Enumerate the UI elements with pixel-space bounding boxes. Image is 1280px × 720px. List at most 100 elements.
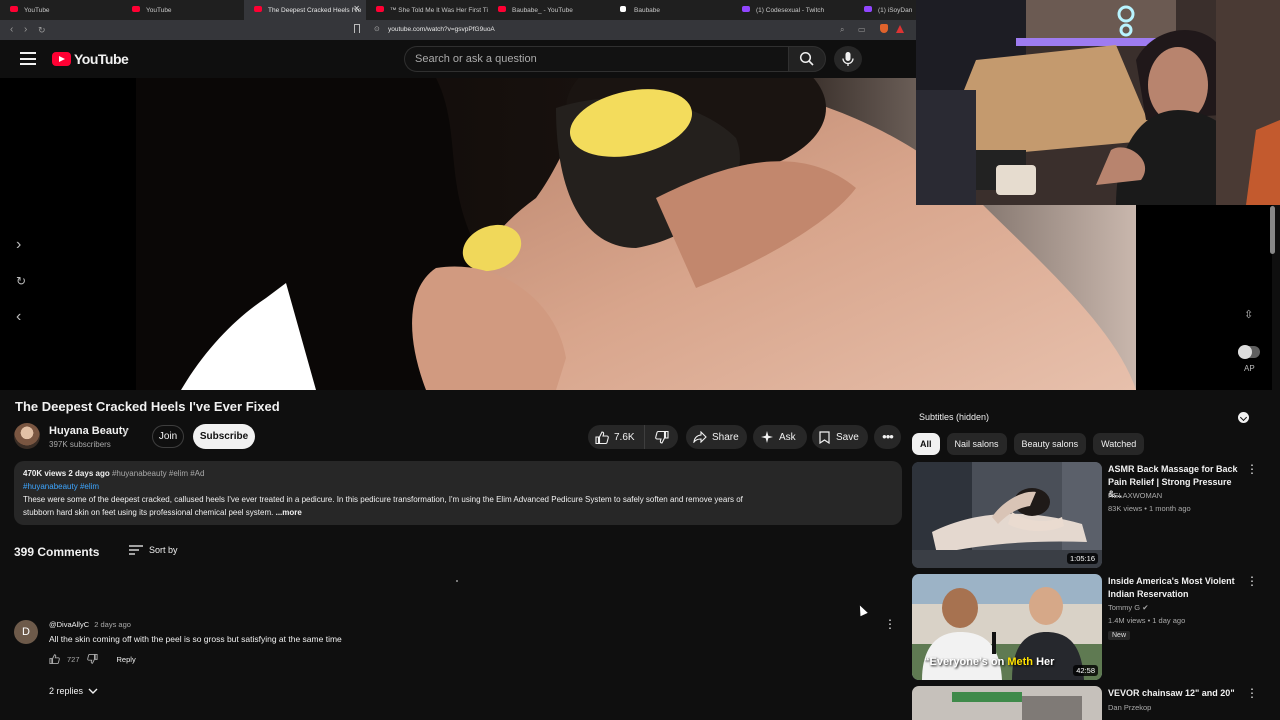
video-title[interactable]: VEVOR chainsaw 12" and 20" (1108, 687, 1244, 700)
subtitles-panel-header[interactable]: Subtitles (hidden) (912, 406, 1258, 428)
comment-author[interactable]: @DivaAllyC (49, 620, 89, 629)
expand-vertical-icon[interactable]: ⇳ (1244, 308, 1253, 321)
youtube-favicon-icon (10, 6, 18, 12)
search-button[interactable] (788, 46, 826, 72)
thumbs-down-icon[interactable] (86, 654, 98, 664)
save-button[interactable]: Save (812, 425, 868, 449)
dislike-button[interactable] (645, 430, 678, 444)
youtube-header: YouTube Search or ask a question (0, 40, 916, 78)
video-thumbnail[interactable]: 1:05:16 (912, 462, 1102, 568)
channel-name[interactable]: RELAXWOMAN (1108, 491, 1162, 500)
description-hashtags[interactable]: #huyanabeauty #elim #Ad (112, 469, 205, 478)
zoom-icon[interactable]: ⌕ (840, 25, 844, 35)
channel-name[interactable]: Tommy G (1108, 603, 1140, 612)
bookmark-icon[interactable] (354, 24, 360, 33)
more-actions-button[interactable]: ••• (874, 425, 901, 449)
browser-tab[interactable]: ™ She Told Me It Was Her First Ti (366, 0, 488, 20)
reload-icon[interactable]: ↻ (38, 25, 46, 36)
comment-menu-icon[interactable]: ⋮ (884, 617, 896, 631)
recommended-video[interactable]: 1:05:16 ASMR Back Massage for Back Pain … (912, 462, 1258, 568)
tab-label: YouTube (24, 6, 50, 14)
thumbs-down-icon (654, 430, 669, 444)
tab-label: Baubabe (634, 6, 661, 14)
video-title[interactable]: Inside America's Most Violent Indian Res… (1108, 575, 1244, 600)
show-more-link[interactable]: ...more (276, 508, 302, 517)
description-box[interactable]: 470K views 2 days ago #huyanabeauty #eli… (14, 461, 902, 525)
tab-label: Baubabe_ - YouTube (512, 6, 573, 14)
tab-label: (1) iSoyDan (878, 6, 913, 14)
more-vertical-icon[interactable]: ⋮ (1246, 462, 1258, 476)
share-button[interactable]: Share (686, 425, 747, 449)
browser-address-bar: ‹ › ↻ ⊙ youtube.com/watch?v=gsvpPfG9uoA ⌕… (0, 20, 916, 40)
browser-tab[interactable]: YouTube (122, 0, 244, 20)
view-replies-button[interactable]: 2 replies (49, 686, 98, 696)
hamburger-menu-icon[interactable] (20, 52, 36, 65)
browser-tab[interactable]: Baubabe_ - YouTube (488, 0, 610, 20)
search-input[interactable]: Search or ask a question (404, 46, 788, 72)
microphone-icon (842, 52, 854, 66)
comments-count: 399 Comments (14, 545, 100, 559)
browser-tab[interactable]: YouTube (0, 0, 122, 20)
video-thumbnail[interactable] (912, 686, 1102, 720)
join-button[interactable]: Join (152, 425, 184, 448)
close-tab-icon[interactable]: ✕ (353, 4, 360, 13)
avatar-letter: D (22, 626, 30, 638)
description-text: stubborn hard skin on feet using its pro… (23, 508, 274, 517)
next-arrow-icon[interactable]: › (16, 236, 21, 254)
browser-tab[interactable]: Baubabe (610, 0, 732, 20)
channel-avatar[interactable] (14, 423, 40, 449)
subscribe-button[interactable]: Subscribe (193, 424, 255, 449)
youtube-play-icon (52, 52, 71, 66)
brave-shield-icon[interactable] (880, 24, 888, 33)
thumbnail-caption: “Everyone’s on Meth Her (924, 656, 1054, 668)
webcam-image (916, 0, 1280, 205)
url-text: youtube.com/watch?v=gsvpPfG9uoA (388, 26, 495, 33)
page-scrollbar[interactable] (1270, 206, 1275, 254)
chevron-down-icon[interactable] (1238, 412, 1249, 423)
voice-search-button[interactable] (834, 46, 862, 72)
more-vertical-icon[interactable]: ⋮ (1246, 686, 1258, 700)
chip-watched[interactable]: Watched (1093, 433, 1145, 455)
hashtag-links[interactable]: #huyanabeauty #elim (23, 480, 893, 493)
autoplay-toggle[interactable] (1238, 345, 1260, 359)
comment-time[interactable]: 2 days ago (94, 620, 131, 629)
tab-label: YouTube (146, 6, 172, 14)
like-button[interactable]: 7.6K (588, 425, 645, 449)
video-thumbnail[interactable]: “Everyone’s on Meth Her 42:58 (912, 574, 1102, 680)
twitch-favicon-icon (864, 6, 872, 12)
chip-nail-salons[interactable]: Nail salons (946, 433, 1007, 455)
subscriber-count: 397K subscribers (49, 440, 111, 449)
filter-chips: All Nail salons Beauty salons Watched (912, 433, 1145, 455)
chevron-down-icon (88, 688, 98, 694)
youtube-logo[interactable]: YouTube (52, 51, 129, 67)
cast-icon[interactable]: ▭ (858, 25, 866, 34)
sort-comments-button[interactable]: Sort by (129, 545, 178, 555)
reply-button[interactable]: Reply (117, 655, 136, 664)
recommended-video[interactable]: VEVOR chainsaw 12" and 20" Dan Przekop ⋮ (912, 686, 1258, 720)
ask-button[interactable]: Ask (753, 425, 807, 449)
back-arrow-icon[interactable]: ‹ (10, 24, 13, 35)
url-field[interactable]: ⊙ youtube.com/watch?v=gsvpPfG9uoA (368, 23, 908, 37)
recommended-video[interactable]: “Everyone’s on Meth Her 42:58 Inside Ame… (912, 574, 1258, 680)
channel-name[interactable]: Dan Przekop (1108, 703, 1151, 712)
youtube-favicon-icon (376, 6, 384, 12)
verified-icon: ✔ (123, 427, 130, 436)
browser-tab-bar: YouTube YouTube The Deepest Cracked Heel… (0, 0, 916, 20)
previous-arrow-icon[interactable]: ‹ (16, 308, 21, 326)
forward-arrow-icon[interactable]: › (24, 24, 27, 35)
webcam-overlay (916, 0, 1280, 205)
loading-dot (456, 580, 458, 582)
subtitles-label: Subtitles (hidden) (919, 412, 990, 422)
chip-all[interactable]: All (912, 433, 940, 455)
replay-icon[interactable]: ↻ (16, 274, 26, 288)
browser-tab[interactable]: (1) iSoyDan (854, 0, 914, 20)
chip-beauty-salons[interactable]: Beauty salons (1013, 433, 1087, 455)
more-vertical-icon[interactable]: ⋮ (1246, 574, 1258, 588)
comment-avatar[interactable]: D (14, 620, 38, 644)
browser-tab[interactable]: (1) Codesexual - Twitch (732, 0, 854, 20)
browser-tab-active[interactable]: The Deepest Cracked Heels I've ✕ (244, 0, 366, 20)
sparkle-icon (761, 431, 773, 443)
rewards-icon[interactable] (896, 25, 904, 33)
thumbs-up-icon[interactable] (49, 654, 60, 664)
channel-name[interactable]: Huyana Beauty (49, 425, 128, 437)
